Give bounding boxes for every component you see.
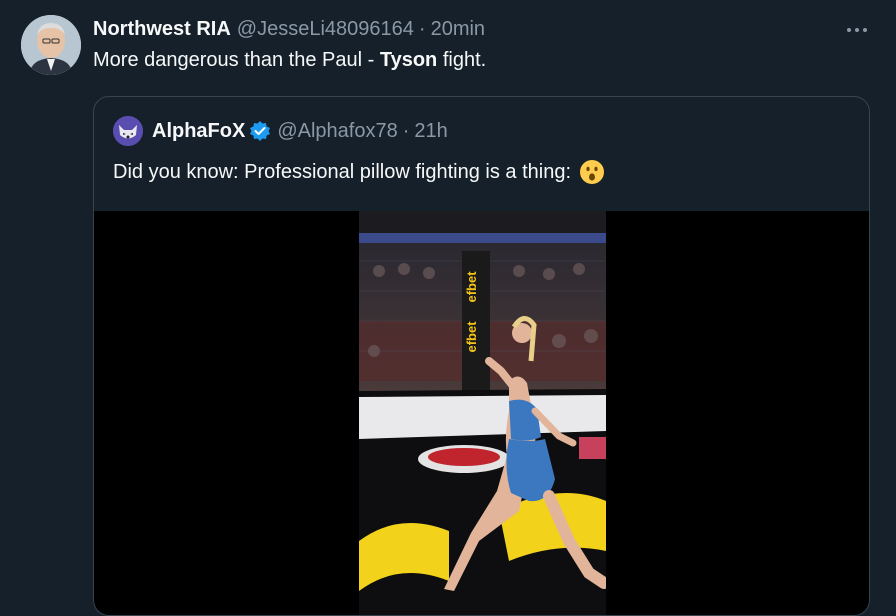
quoted-tweet-text-content: Did you know: Professional pillow fighti… [113, 160, 572, 183]
separator: · [418, 17, 426, 40]
tweet-text: More dangerous than the Paul - Tyson fig… [93, 49, 486, 72]
quoted-author-name[interactable]: AlphaFoX [152, 120, 245, 143]
quoted-timestamp[interactable]: 21h [414, 120, 447, 143]
video-player[interactable]: efbet efbet [94, 211, 869, 615]
video-frame[interactable]: efbet efbet [359, 211, 606, 615]
quoted-author-handle[interactable]: @Alphafox78 [277, 120, 397, 143]
quoted-tweet[interactable]: AlphaFoX @Alphafox78 · 21h Did you know:… [93, 96, 870, 616]
author-avatar[interactable] [21, 15, 81, 75]
efbet-sign-2: efbet [464, 321, 479, 353]
tweet-text-before: More dangerous than the Paul - [93, 49, 380, 71]
quoted-tweet-header: AlphaFoX @Alphafox78 · 21h [113, 115, 448, 147]
author-name[interactable]: Northwest RIA [93, 18, 231, 41]
surprised-face-icon [579, 159, 605, 185]
verified-badge-icon [249, 120, 271, 142]
tweet-text-after: fight. [437, 49, 487, 71]
more-horizontal-icon[interactable] [840, 18, 874, 42]
quoted-tweet-text: Did you know: Professional pillow fighti… [113, 159, 605, 185]
timestamp[interactable]: 20min [431, 18, 485, 41]
tweet[interactable]: Northwest RIA @JesseLi48096164 · 20min M… [0, 0, 896, 616]
quoted-author-avatar[interactable] [113, 116, 143, 146]
quoted-separator: · [402, 119, 410, 142]
efbet-sign-1: efbet [464, 271, 479, 303]
author-handle[interactable]: @JesseLi48096164 [237, 18, 414, 41]
tweet-header: Northwest RIA @JesseLi48096164 · 20min [93, 16, 485, 42]
tweet-text-bold: Tyson [379, 49, 438, 71]
